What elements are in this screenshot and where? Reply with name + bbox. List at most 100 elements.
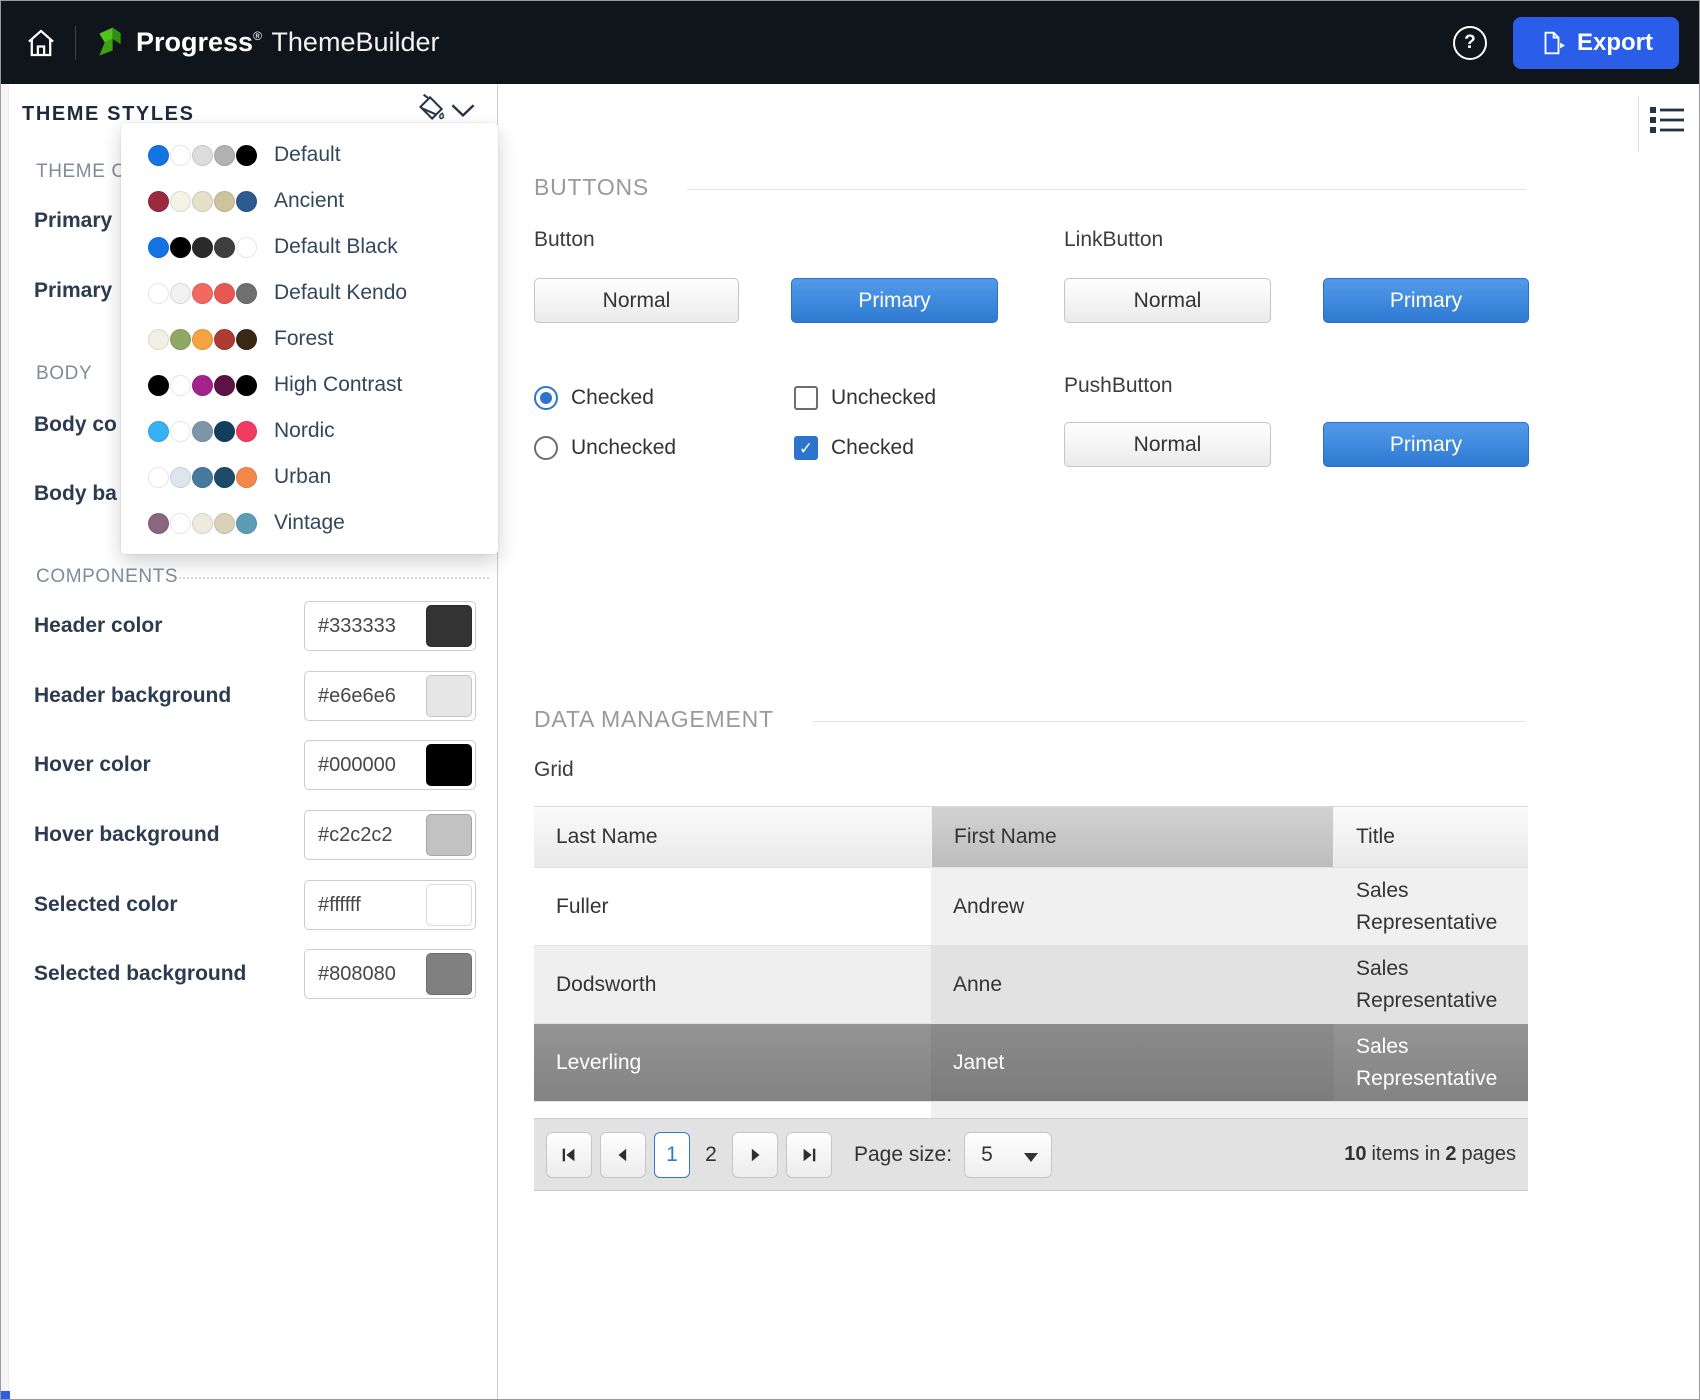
- theme-style-dropdown: Default Ancient Default Black Default Ke…: [121, 123, 498, 554]
- theme-swatch: [214, 237, 235, 258]
- grid: Last Name First Name Title Fuller Andrew…: [534, 806, 1528, 1191]
- pager-prev-button[interactable]: [600, 1132, 646, 1178]
- export-button[interactable]: Export: [1513, 17, 1679, 69]
- button-primary[interactable]: Primary: [791, 278, 998, 323]
- checkbox-checked[interactable]: ✓: [794, 436, 818, 460]
- theme-option-default-kendo[interactable]: Default Kendo: [121, 270, 498, 316]
- pager-last-button[interactable]: [786, 1132, 832, 1178]
- help-icon[interactable]: ?: [1453, 26, 1487, 60]
- selected-background-swatch[interactable]: [426, 953, 472, 995]
- grid-row[interactable]: Fuller Andrew Sales Representative: [534, 867, 1528, 945]
- grid-row[interactable]: Dodsworth Anne Sales Representative: [534, 945, 1528, 1023]
- cell-title[interactable]: Sales Representative: [1334, 946, 1528, 1023]
- theme-swatch: [148, 191, 169, 212]
- theme-option-default[interactable]: Default: [121, 132, 498, 178]
- linkbutton-normal[interactable]: Normal: [1064, 278, 1271, 323]
- info-text: items in: [1371, 1143, 1440, 1166]
- theme-swatch: [148, 329, 169, 350]
- theme-swatch: [214, 375, 235, 396]
- column-header-first-name[interactable]: First Name: [931, 807, 1334, 867]
- theme-option-ancient[interactable]: Ancient: [121, 178, 498, 224]
- selected-background-input[interactable]: #808080: [304, 949, 476, 999]
- cell-last-name[interactable]: Fuller: [534, 868, 931, 945]
- cell-first-name[interactable]: Andrew: [931, 868, 1334, 945]
- hover-color-label: Hover color: [34, 753, 151, 777]
- theme-swatches: [148, 329, 258, 350]
- cell-last-name[interactable]: Leverling: [534, 1024, 931, 1101]
- paint-bucket-icon[interactable]: [413, 92, 447, 126]
- header-color-swatch[interactable]: [426, 605, 472, 647]
- last-page-icon: [800, 1146, 818, 1164]
- column-header-title[interactable]: Title: [1334, 807, 1528, 867]
- theme-option-high-contrast[interactable]: High Contrast: [121, 362, 498, 408]
- theme-swatch: [214, 421, 235, 442]
- theme-option-label: Vintage: [274, 511, 345, 535]
- theme-option-urban[interactable]: Urban: [121, 454, 498, 500]
- theme-option-forest[interactable]: Forest: [121, 316, 498, 362]
- section-rule: [812, 721, 1526, 722]
- header-color-input[interactable]: #333333: [304, 601, 476, 651]
- theme-option-label: High Contrast: [274, 373, 402, 397]
- theme-swatches: [148, 191, 258, 212]
- theme-option-default-black[interactable]: Default Black: [121, 224, 498, 270]
- header-divider: [75, 26, 76, 60]
- pushbutton-normal[interactable]: Normal: [1064, 422, 1271, 467]
- theme-swatch: [192, 145, 213, 166]
- column-header-last-name[interactable]: Last Name: [534, 807, 931, 867]
- selected-color-input[interactable]: #ffffff: [304, 880, 476, 930]
- page-size-value: 5: [965, 1143, 993, 1167]
- radio-checked[interactable]: [534, 386, 558, 410]
- theme-option-vintage[interactable]: Vintage: [121, 500, 498, 546]
- primary-background-label: Primary: [34, 279, 112, 303]
- selected-color-swatch[interactable]: [426, 884, 472, 926]
- body-color-label: Body co: [34, 413, 117, 437]
- cell-title[interactable]: Sales Representative: [1334, 1024, 1528, 1101]
- header-background-swatch[interactable]: [426, 675, 472, 717]
- page-size-select[interactable]: 5: [964, 1132, 1052, 1178]
- pager-first-button[interactable]: [546, 1132, 592, 1178]
- cell-first-name[interactable]: Anne: [931, 946, 1334, 1023]
- pager-next-button[interactable]: [732, 1132, 778, 1178]
- cell-last-name[interactable]: Dodsworth: [534, 946, 931, 1023]
- theme-swatches: [148, 375, 258, 396]
- theme-swatches: [148, 467, 258, 488]
- preview-pane: BUTTONS Button Normal Primary LinkButton…: [498, 84, 1699, 1399]
- cell-title[interactable]: Sales Representative: [1334, 868, 1528, 945]
- theme-swatch: [170, 467, 191, 488]
- hover-color-input[interactable]: #000000: [304, 740, 476, 790]
- radio-unchecked[interactable]: [534, 436, 558, 460]
- selected-color-label: Selected color: [34, 893, 178, 917]
- chevron-down-icon[interactable]: [450, 101, 476, 119]
- hover-background-swatch[interactable]: [426, 814, 472, 856]
- theme-swatch: [236, 467, 257, 488]
- theme-option-nordic[interactable]: Nordic: [121, 408, 498, 454]
- theme-swatch: [148, 513, 169, 534]
- cell-first-name[interactable]: Janet: [931, 1024, 1334, 1101]
- sidebar-scrollbar-track[interactable]: [1, 84, 9, 1399]
- grid-row-selected[interactable]: Leverling Janet Sales Representative: [534, 1023, 1528, 1101]
- progress-logo-icon: [96, 27, 124, 59]
- pushbutton-primary[interactable]: Primary: [1323, 422, 1529, 467]
- theme-option-label: Forest: [274, 327, 334, 351]
- component-list-icon[interactable]: [1650, 105, 1684, 135]
- radio-unchecked-label: Unchecked: [571, 436, 676, 460]
- theme-option-label: Urban: [274, 465, 331, 489]
- pager-page-1[interactable]: 1: [654, 1132, 690, 1178]
- hover-background-input[interactable]: #c2c2c2: [304, 810, 476, 860]
- theme-swatch: [192, 191, 213, 212]
- header-background-input[interactable]: #e6e6e6: [304, 671, 476, 721]
- linkbutton-primary[interactable]: Primary: [1323, 278, 1529, 323]
- hover-color-swatch[interactable]: [426, 744, 472, 786]
- data-management-title: DATA MANAGEMENT: [534, 706, 774, 733]
- grid-row-partial: [534, 1101, 1528, 1118]
- pager-page-2[interactable]: 2: [698, 1143, 724, 1167]
- theme-swatches: [148, 421, 258, 442]
- theme-option-label: Default: [274, 143, 341, 167]
- checkbox-unchecked[interactable]: [794, 386, 818, 410]
- theme-swatch: [236, 375, 257, 396]
- theme-swatch: [192, 467, 213, 488]
- theme-swatch: [214, 145, 235, 166]
- home-button[interactable]: [21, 23, 61, 63]
- button-normal[interactable]: Normal: [534, 278, 739, 323]
- checkbox-checked-row: ✓ Checked: [794, 436, 914, 460]
